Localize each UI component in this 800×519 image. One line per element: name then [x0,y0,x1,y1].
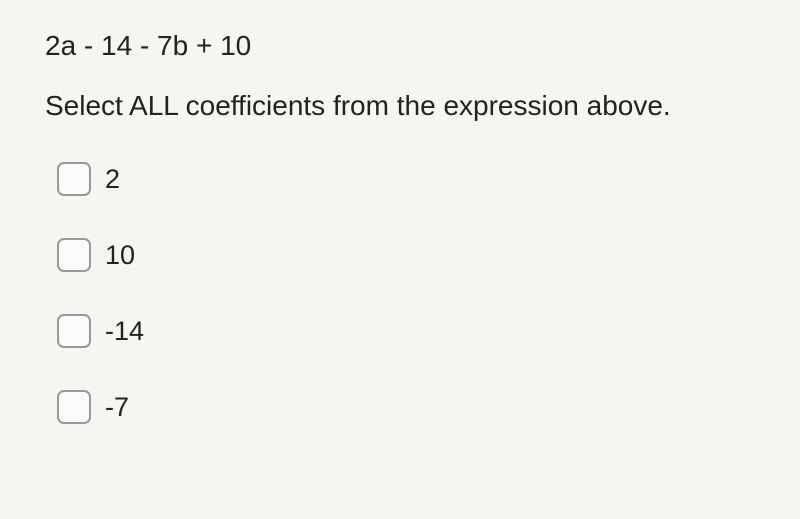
question-text: Select ALL coefficients from the express… [45,90,755,122]
option-row: -7 [57,390,755,424]
math-expression: 2a - 14 - 7b + 10 [45,30,755,62]
checkbox-option-2[interactable] [57,314,91,348]
option-label: -14 [105,316,144,347]
option-label: 10 [105,240,135,271]
option-row: 2 [57,162,755,196]
option-row: -14 [57,314,755,348]
option-label: 2 [105,164,120,195]
checkbox-option-3[interactable] [57,390,91,424]
checkbox-option-1[interactable] [57,238,91,272]
option-row: 10 [57,238,755,272]
options-list: 2 10 -14 -7 [45,162,755,424]
checkbox-option-0[interactable] [57,162,91,196]
option-label: -7 [105,392,129,423]
